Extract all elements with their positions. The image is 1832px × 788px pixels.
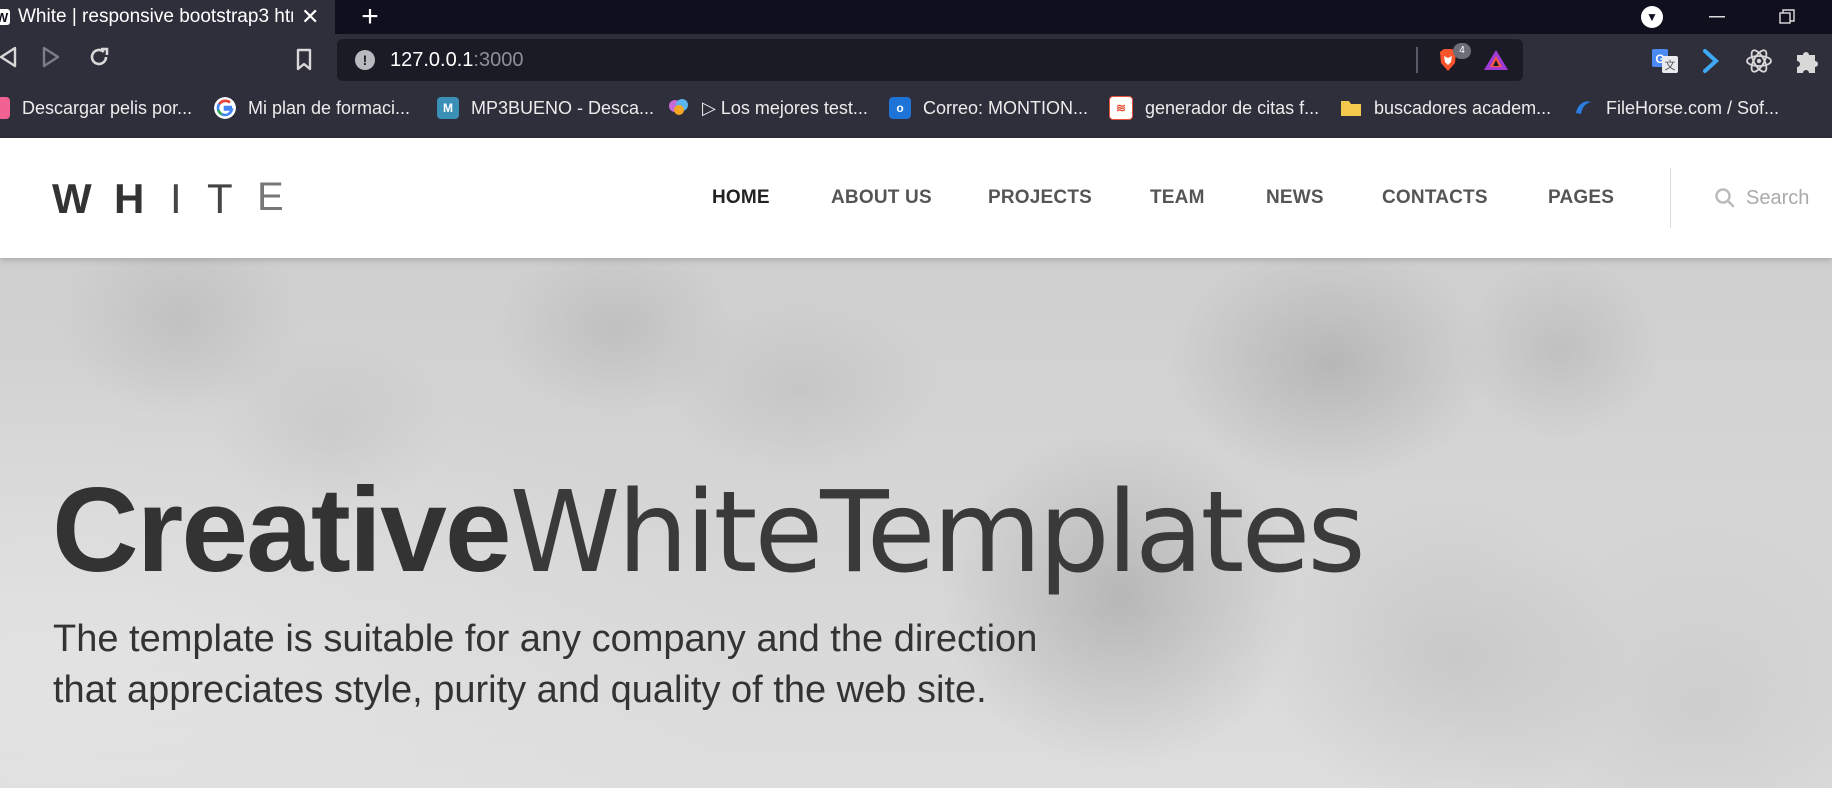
forward-button[interactable] [36, 42, 66, 76]
citation-icon: ≋ [1109, 96, 1133, 120]
bookmark-item[interactable]: buscadores academ... [1340, 86, 1551, 130]
reload-button[interactable] [84, 42, 114, 76]
bookmark-label: Correo: MONTION... [923, 97, 1089, 118]
nav-team[interactable]: TEAM [1150, 187, 1205, 209]
search-icon[interactable] [1714, 187, 1736, 209]
nav-divider [1670, 168, 1671, 228]
browser-tabstrip: W White | responsive bootstrap3 htm ✕ + … [0, 0, 1832, 34]
hero-title: CreativeWhiteTemplates [52, 470, 1366, 590]
nav-projects[interactable]: PROJECTS [988, 187, 1092, 209]
site-header: W H I T E HOME ABOUT US PROJECTS TEAM NE… [0, 138, 1832, 258]
back-arrow-icon [0, 46, 17, 68]
extensions-puzzle-icon[interactable] [1792, 46, 1822, 76]
browser-toolbar: ! 127.0.0.1:3000 4 G文 [0, 34, 1832, 86]
nav-home[interactable]: HOME [712, 187, 770, 209]
bookmark-item[interactable]: Mi plan de formaci... [214, 86, 410, 130]
site-favicon-icon: W [0, 9, 10, 25]
hero-title-light: WhiteTemplates [509, 468, 1366, 598]
hero-title-bold: Creative [52, 463, 512, 597]
hero-subtitle: The template is suitable for any company… [53, 614, 1153, 716]
bookmarks-bar: Descargar pelis por... Mi plan de formac… [0, 86, 1832, 138]
minimize-button[interactable] [1700, 0, 1734, 34]
bookmark-label: Mi plan de formaci... [248, 97, 411, 118]
brain-icon [669, 99, 688, 115]
google-icon [214, 97, 236, 119]
bookmark-label: buscadores academ... [1374, 97, 1552, 118]
bookmark-label: FileHorse.com / Sof... [1606, 97, 1780, 118]
logo-letter: W [52, 175, 92, 222]
shields-count-badge: 4 [1453, 43, 1471, 59]
forward-arrow-icon [42, 46, 60, 68]
nav-about-us[interactable]: ABOUT US [831, 187, 932, 209]
bookmark-item[interactable]: Descargar pelis por... [0, 86, 192, 130]
bookmark-icon [296, 48, 312, 71]
url-text[interactable]: 127.0.0.1:3000 [390, 49, 523, 72]
nav-contacts[interactable]: CONTACTS [1382, 187, 1488, 209]
bookmark-page-button[interactable] [289, 42, 319, 76]
bookmark-label: MP3BUENO - Desca... [471, 97, 655, 118]
restore-button[interactable] [1770, 0, 1804, 34]
google-translate-icon[interactable]: G文 [1650, 46, 1680, 76]
tab-title: White | responsive bootstrap3 htm [18, 6, 293, 27]
browser-tab[interactable]: W White | responsive bootstrap3 htm ✕ [0, 0, 335, 34]
tab-search-button[interactable]: ▼ [1638, 0, 1666, 34]
hero-subtitle-line: that appreciates style, purity and quali… [53, 669, 987, 711]
bookmark-item[interactable]: o Correo: MONTION... [889, 86, 1088, 130]
url-divider [1416, 47, 1418, 73]
address-bar[interactable]: ! 127.0.0.1:3000 4 [337, 39, 1523, 81]
download-icon [0, 97, 10, 119]
bookmark-item[interactable]: ▷ Los mejores test... [668, 86, 868, 130]
bookmark-label: generador de citas f... [1145, 97, 1320, 118]
react-devtools-icon[interactable] [1744, 46, 1774, 76]
logo-letter: I [170, 175, 182, 222]
url-host: 127.0.0.1 [390, 49, 474, 71]
chevron-down-icon: ▼ [1641, 6, 1663, 28]
hero-subtitle-line: The template is suitable for any company… [53, 618, 1038, 660]
site-info-icon[interactable]: ! [355, 50, 375, 70]
hero-section: CreativeWhiteTemplates The template is s… [0, 258, 1832, 788]
bookmark-item[interactable]: M MP3BUENO - Desca... [437, 86, 654, 130]
logo-letter: H [114, 175, 145, 222]
filehorse-icon [1576, 101, 1591, 114]
search-box[interactable] [1714, 182, 1832, 214]
folder-icon [1341, 101, 1361, 116]
back-button[interactable] [0, 42, 22, 76]
search-input[interactable] [1746, 186, 1832, 210]
nav-news[interactable]: NEWS [1266, 187, 1324, 209]
arrow-extension-icon[interactable] [1696, 46, 1726, 76]
bookmark-item[interactable]: ≋ generador de citas f... [1109, 86, 1319, 130]
minimize-icon [1709, 16, 1725, 18]
logo-letter: E [257, 175, 284, 219]
svg-text:文: 文 [1665, 58, 1676, 72]
nav-pages[interactable]: PAGES [1548, 187, 1614, 209]
restore-icon [1779, 9, 1795, 24]
url-port: :3000 [473, 49, 524, 71]
reload-icon [90, 47, 109, 66]
bookmark-item[interactable]: FileHorse.com / Sof... [1572, 86, 1779, 130]
bookmark-label: ▷ Los mejores test... [702, 97, 868, 118]
close-tab-icon[interactable]: ✕ [301, 4, 319, 30]
brave-rewards-icon[interactable] [1483, 48, 1509, 72]
bookmark-label: Descargar pelis por... [22, 97, 193, 118]
mp3bueno-icon: M [437, 97, 459, 119]
outlook-icon: o [889, 97, 911, 119]
logo-letter: T [207, 175, 233, 222]
new-tab-button[interactable]: + [355, 0, 385, 34]
